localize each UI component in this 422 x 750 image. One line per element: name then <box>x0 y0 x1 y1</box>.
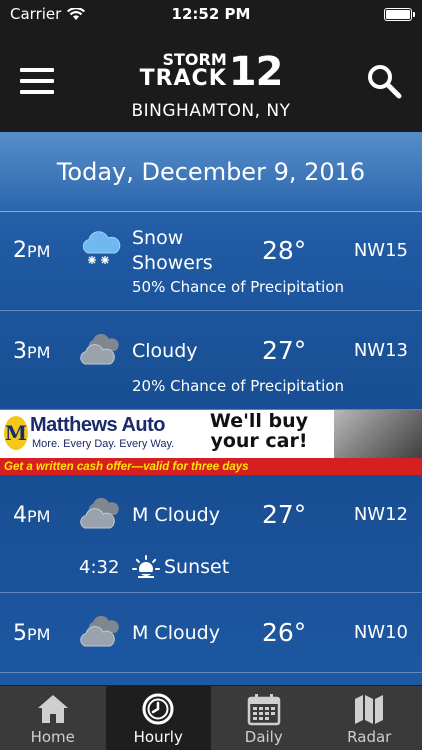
battery-fill <box>386 9 410 19</box>
precip-chance: 20% Chance of Precipitation <box>132 377 345 395</box>
tab-daily[interactable]: Daily <box>211 686 317 750</box>
hour-condition: M Cloudy <box>132 622 220 644</box>
location-label[interactable]: BINGHAMTON, NY <box>0 101 422 121</box>
hour-ampm: PM <box>27 343 51 362</box>
tab-label: Daily <box>244 728 283 746</box>
hour-time: 4PM <box>13 503 50 528</box>
ad-headline: We'll buy your car! <box>184 411 334 451</box>
hour-row[interactable]: 2PM Snow Showers 28° NW15 50% Chance of … <box>0 212 422 311</box>
tab-label: Radar <box>347 728 392 746</box>
tab-label: Home <box>30 728 75 746</box>
battery-icon <box>384 7 415 21</box>
ad-brand: Matthews Auto <box>30 414 165 436</box>
tab-home[interactable]: Home <box>0 686 106 750</box>
hour-row[interactable]: 4PM M Cloudy 27° NW12 4:32 Sunset <box>0 475 422 593</box>
hour-wind: NW13 <box>353 340 408 361</box>
hour-ampm: PM <box>27 242 51 261</box>
map-icon <box>355 695 384 724</box>
hour-temp: 27° <box>262 500 307 529</box>
clock-icon <box>142 693 174 725</box>
wifi-icon <box>67 7 86 20</box>
forecast-date: Today, December 9, 2016 <box>56 157 366 186</box>
hour-ampm: PM <box>27 507 51 526</box>
hour-time: 2PM <box>13 238 50 263</box>
hour-temp: 27° <box>262 336 307 365</box>
menu-icon-bar <box>20 90 54 94</box>
ad-headline-line2: your car! <box>210 430 308 452</box>
hour-ampm: PM <box>27 625 51 644</box>
status-left: Carrier <box>10 5 86 23</box>
hour-row[interactable]: 5PM M Cloudy 26° NW10 <box>0 593 422 673</box>
home-icon <box>37 695 68 723</box>
condition-line1: Snow <box>132 227 184 249</box>
hour-number: 3 <box>13 339 27 364</box>
app-logo: STORM TRACK 12 <box>0 49 422 95</box>
hour-condition: Cloudy <box>132 340 198 362</box>
tab-radar[interactable]: Radar <box>317 686 422 750</box>
tab-bar: Home Hourly Daily Radar <box>0 685 422 750</box>
hour-number: 2 <box>13 238 27 263</box>
logo-text: STORM TRACK 12 <box>140 49 284 95</box>
date-header: Today, December 9, 2016 <box>0 132 422 212</box>
logo-number: 12 <box>228 49 284 95</box>
hour-wind: NW15 <box>353 240 408 261</box>
app-header: STORM TRACK 12 BINGHAMTON, NY <box>0 28 422 132</box>
hour-number: 4 <box>13 503 27 528</box>
hour-time: 5PM <box>13 621 50 646</box>
hour-row[interactable]: 3PM Cloudy 27° NW13 20% Chance of Precip… <box>0 311 422 410</box>
ad-banner[interactable]: M Matthews Auto More. Every Day. Every W… <box>0 410 422 475</box>
tab-label: Hourly <box>133 728 183 746</box>
snow-showers-icon <box>82 231 121 264</box>
precip-chance: 50% Chance of Precipitation <box>132 278 345 296</box>
sunset-label: Sunset <box>164 556 230 578</box>
ad-content: M Matthews Auto More. Every Day. Every W… <box>0 410 422 475</box>
logo-words: STORM TRACK <box>140 52 227 90</box>
hour-time: 3PM <box>13 339 50 364</box>
condition-line2: Showers <box>132 252 213 274</box>
ad-tagline: More. Every Day. Every Way. <box>32 438 175 450</box>
logo-track: TRACK <box>139 66 227 91</box>
hour-number: 5 <box>13 621 27 646</box>
hour-temp: 26° <box>262 618 307 647</box>
cloudy-icon <box>80 333 119 365</box>
hour-wind: NW12 <box>353 504 408 525</box>
hour-condition: M Cloudy <box>132 504 220 526</box>
hourly-forecast[interactable]: Today, December 9, 2016 2PM Snow Showers… <box>0 132 422 685</box>
calendar-icon <box>247 694 280 726</box>
ad-photo <box>334 410 422 460</box>
tab-hourly[interactable]: Hourly <box>105 686 211 750</box>
ad-headline-line1: We'll buy <box>209 410 309 432</box>
cloudy-icon <box>80 497 119 529</box>
ad-logo: M <box>4 416 28 450</box>
hour-condition: Snow Showers <box>132 226 213 276</box>
hour-wind: NW10 <box>353 622 408 643</box>
sunset-time: 4:32 <box>79 557 120 578</box>
status-bar: Carrier 12:52 PM <box>0 0 422 28</box>
search-icon[interactable] <box>366 63 402 99</box>
ad-offer: Get a written cash offer—valid for three… <box>0 458 422 475</box>
carrier-label: Carrier <box>10 5 62 23</box>
cloudy-icon <box>80 615 119 647</box>
hour-temp: 28° <box>262 236 307 265</box>
sunset-icon <box>132 555 160 578</box>
